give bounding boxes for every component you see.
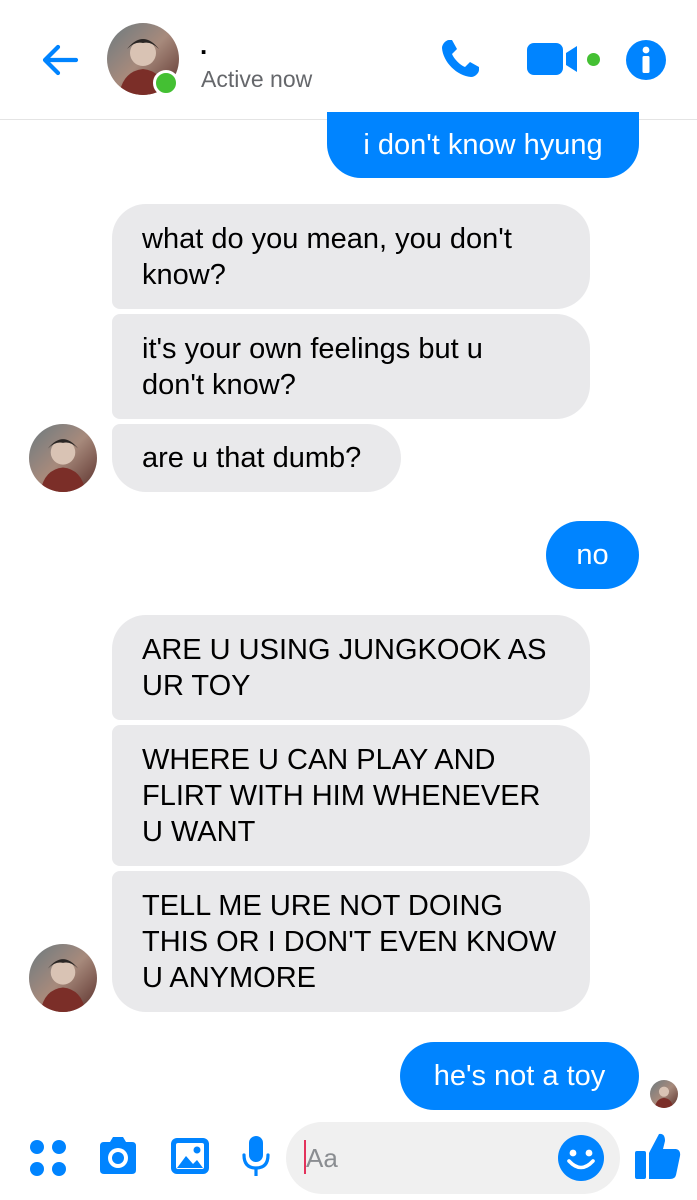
phone-icon[interactable] bbox=[436, 35, 484, 83]
message-text: are u that dumb? bbox=[142, 442, 362, 474]
thumbs-up-icon[interactable] bbox=[634, 1131, 682, 1181]
message-outgoing[interactable]: no bbox=[546, 521, 639, 589]
message-text: don't know? bbox=[142, 368, 296, 401]
back-arrow-icon[interactable] bbox=[36, 36, 84, 84]
message-input-placeholder: Aa bbox=[306, 1143, 338, 1173]
message-text: ARE U USING JUNGKOOK AS bbox=[142, 633, 547, 666]
message-text: FLIRT WITH HIM WHENEVER bbox=[142, 779, 541, 812]
sender-avatar[interactable] bbox=[29, 944, 97, 1012]
message-text: U WANT bbox=[142, 815, 256, 848]
message-text: U ANYMORE bbox=[142, 961, 317, 994]
camera-icon[interactable] bbox=[96, 1136, 140, 1176]
contact-name[interactable]: . bbox=[200, 32, 207, 58]
video-camera-icon[interactable] bbox=[527, 41, 585, 77]
gallery-icon[interactable] bbox=[170, 1136, 210, 1176]
message-incoming[interactable]: are u that dumb? bbox=[112, 424, 401, 492]
message-text: WHERE U CAN PLAY AND bbox=[142, 743, 496, 776]
message-text: i don't know hyung bbox=[363, 129, 603, 161]
video-active-dot bbox=[587, 53, 600, 66]
message-text: no bbox=[576, 539, 609, 571]
apps-grid-icon[interactable] bbox=[28, 1138, 68, 1178]
info-icon[interactable] bbox=[625, 39, 667, 81]
message-text: he's not a toy bbox=[433, 1060, 606, 1092]
conversation-header: . Active now bbox=[0, 0, 697, 120]
microphone-icon[interactable] bbox=[241, 1135, 271, 1179]
active-status-dot bbox=[153, 70, 179, 96]
message-incoming[interactable]: it's your own feelings but u don't know? bbox=[112, 314, 590, 419]
message-incoming[interactable]: TELL ME URE NOT DOING THIS OR I DON'T EV… bbox=[112, 871, 590, 1012]
message-incoming[interactable]: what do you mean, you don't know? bbox=[112, 204, 590, 309]
message-text: TELL ME URE NOT DOING bbox=[142, 889, 503, 922]
message-text: what do you mean, you don't bbox=[142, 222, 512, 255]
message-outgoing[interactable]: i don't know hyung bbox=[327, 112, 639, 178]
message-incoming[interactable]: ARE U USING JUNGKOOK AS UR TOY bbox=[112, 615, 590, 720]
message-text: UR TOY bbox=[142, 669, 251, 702]
message-text: THIS OR I DON'T EVEN KNOW bbox=[142, 925, 557, 958]
message-text: know? bbox=[142, 258, 226, 291]
emoji-icon[interactable] bbox=[557, 1134, 605, 1182]
message-text: it's your own feelings but u bbox=[142, 332, 483, 365]
message-incoming[interactable]: WHERE U CAN PLAY AND FLIRT WITH HIM WHEN… bbox=[112, 725, 590, 866]
active-status-text: Active now bbox=[201, 66, 313, 92]
message-outgoing[interactable]: he's not a toy bbox=[400, 1042, 639, 1110]
seen-receipt-avatar bbox=[650, 1080, 678, 1108]
sender-avatar[interactable] bbox=[29, 424, 97, 492]
